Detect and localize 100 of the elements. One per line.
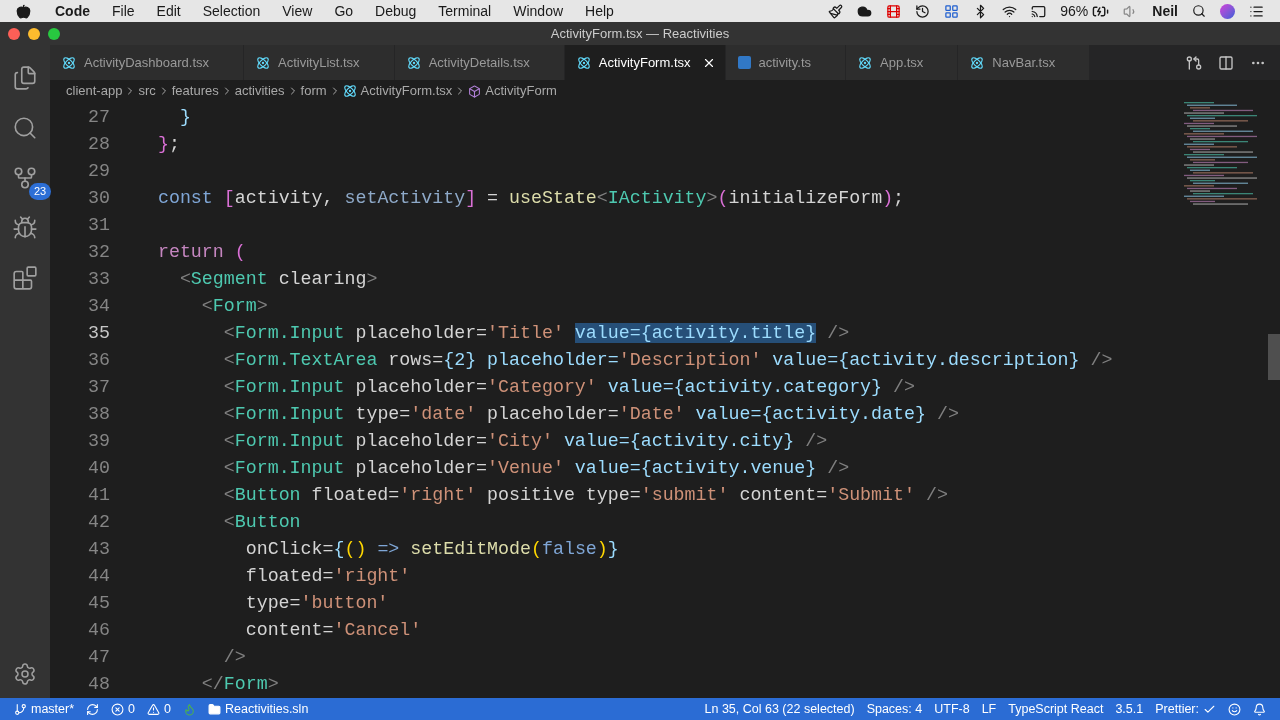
react-icon: [858, 55, 872, 70]
line-number: 34: [87, 295, 110, 318]
time-machine-icon[interactable]: [915, 3, 931, 19]
line-number: 27: [87, 106, 110, 129]
menu-item[interactable]: File: [112, 0, 135, 22]
notification-center-icon[interactable]: [1249, 3, 1264, 19]
status-item[interactable]: Spaces: 4: [860, 698, 929, 720]
line-number: 35: [87, 322, 110, 345]
editor-tab[interactable]: ActivityDetails.tsx: [394, 45, 565, 80]
breadcrumb-item[interactable]: client-app: [66, 81, 123, 101]
search-icon[interactable]: [1192, 4, 1206, 18]
code-line: </Form>: [200, 673, 279, 696]
zoom-window-icon[interactable]: [48, 27, 60, 40]
solution-button[interactable]: Reactivities.sln: [202, 698, 315, 720]
warning-icon: [147, 702, 161, 716]
menu-item[interactable]: Edit: [156, 0, 181, 22]
tab-label: ActivityDetails.tsx: [428, 53, 530, 72]
menu-item[interactable]: Selection: [202, 0, 261, 22]
code-line: <Form.TextArea rows={2} placeholder='Description' value={activity.description} />: [222, 349, 1113, 372]
breadcrumb-item[interactable]: form: [300, 81, 327, 101]
search-icon[interactable]: [12, 115, 38, 141]
scrollbar-thumb[interactable]: [1268, 334, 1280, 380]
status-item[interactable]: UTF-8: [928, 698, 976, 720]
errors-button[interactable]: 0: [105, 698, 142, 720]
line-number: 47: [87, 646, 110, 669]
siri-icon[interactable]: [1220, 3, 1235, 19]
branch-button[interactable]: master*: [8, 698, 81, 720]
blocks-icon[interactable]: [12, 265, 38, 291]
settings-icon[interactable]: [13, 662, 37, 686]
menu-item[interactable]: Help: [585, 0, 614, 22]
breadcrumb-item[interactable]: ActivityForm: [468, 81, 557, 101]
code-line: <Segment clearing>: [178, 268, 378, 291]
status-item[interactable]: 3.5.1: [1109, 698, 1150, 720]
breadcrumb-item[interactable]: activities: [234, 81, 285, 101]
editor-tab[interactable]: ActivityForm.tsx: [564, 45, 726, 80]
react-icon: [256, 55, 270, 70]
line-number: 46: [87, 619, 110, 642]
breadcrumb-item[interactable]: features: [171, 81, 219, 101]
line-number: 33: [87, 268, 110, 291]
grid-icon[interactable]: [944, 3, 960, 19]
editor-tab[interactable]: App.tsx: [846, 45, 959, 80]
warnings-button[interactable]: 0: [141, 698, 177, 720]
line-number: 31: [87, 214, 110, 237]
error-icon: [111, 702, 125, 716]
status-item[interactable]: TypeScript React: [1002, 698, 1110, 720]
battery-percentage[interactable]: 96%: [1060, 0, 1089, 22]
cube-icon: [468, 84, 482, 98]
editor-tab[interactable]: ActivityDashboard.tsx: [50, 45, 244, 80]
menu-item[interactable]: Debug: [375, 0, 417, 22]
tab-label: ActivityList.tsx: [278, 53, 360, 72]
flame-icon: [183, 702, 196, 716]
code-line: <Button floated='right' positive type='submit' content='Submit' />: [222, 484, 948, 507]
files-icon[interactable]: [12, 65, 38, 91]
tab-label: NavBar.tsx: [992, 53, 1056, 72]
line-number: 32: [87, 241, 110, 264]
menu-item[interactable]: Terminal: [438, 0, 492, 22]
airplay-icon[interactable]: [1031, 3, 1047, 19]
breadcrumb-item[interactable]: src: [138, 81, 156, 101]
close-window-icon[interactable]: [8, 27, 20, 40]
line-number: 38: [87, 403, 110, 426]
compare-icon[interactable]: [1186, 54, 1202, 71]
code-line: />: [222, 646, 246, 669]
badge: 23: [29, 183, 52, 200]
minimize-window-icon[interactable]: [28, 27, 40, 40]
code-line: content='Cancel': [244, 619, 422, 642]
film-icon[interactable]: [886, 3, 902, 19]
line-number: 40: [87, 457, 110, 480]
line-number: 36: [87, 349, 110, 372]
code-line: <Form.Input placeholder='Title' value={activity.title} />: [222, 322, 850, 345]
menu-item[interactable]: View: [282, 0, 313, 22]
bell-icon: [1253, 702, 1266, 716]
cloud-icon[interactable]: [857, 3, 873, 19]
status-item[interactable]: LF: [975, 698, 1003, 720]
line-number: 44: [87, 565, 110, 588]
split-editor-icon[interactable]: [1218, 54, 1234, 71]
apple-icon[interactable]: [16, 3, 31, 19]
react-icon: [576, 55, 591, 70]
editor-tab[interactable]: NavBar.tsx: [958, 45, 1091, 80]
brush-icon[interactable]: [828, 3, 844, 19]
smiley-icon: [1228, 702, 1241, 716]
wifi-icon[interactable]: [1002, 3, 1018, 19]
react-icon: [342, 84, 357, 98]
status-item[interactable]: Ln 35, Col 63 (22 selected): [698, 698, 861, 720]
editor-tab[interactable]: ActivityList.tsx: [244, 45, 395, 80]
menu-item[interactable]: Go: [334, 0, 354, 22]
app-menu[interactable]: Code: [55, 0, 90, 22]
menu-item[interactable]: Window: [513, 0, 564, 22]
code-line: <Form.Input placeholder='City' value={activity.city} />: [222, 430, 828, 453]
line-number: 28: [87, 133, 110, 156]
code-line: <Form>: [200, 295, 268, 318]
code-line: <Button: [222, 511, 301, 534]
editor-tab[interactable]: activity.ts: [725, 45, 846, 80]
breadcrumb-item[interactable]: ActivityForm.tsx: [342, 81, 453, 101]
bug-icon[interactable]: [12, 215, 38, 241]
react-icon: [970, 55, 985, 70]
branch-icon: [14, 702, 27, 716]
code-line: <Form.Input placeholder='Category' value={activity.category} />: [222, 376, 915, 399]
prettier-button[interactable]: Prettier:: [1149, 698, 1222, 720]
code-line: const [activity, setActivity] = useState<IActivity>(initializeForm);: [156, 187, 905, 210]
user-name[interactable]: Neil: [1152, 0, 1178, 22]
